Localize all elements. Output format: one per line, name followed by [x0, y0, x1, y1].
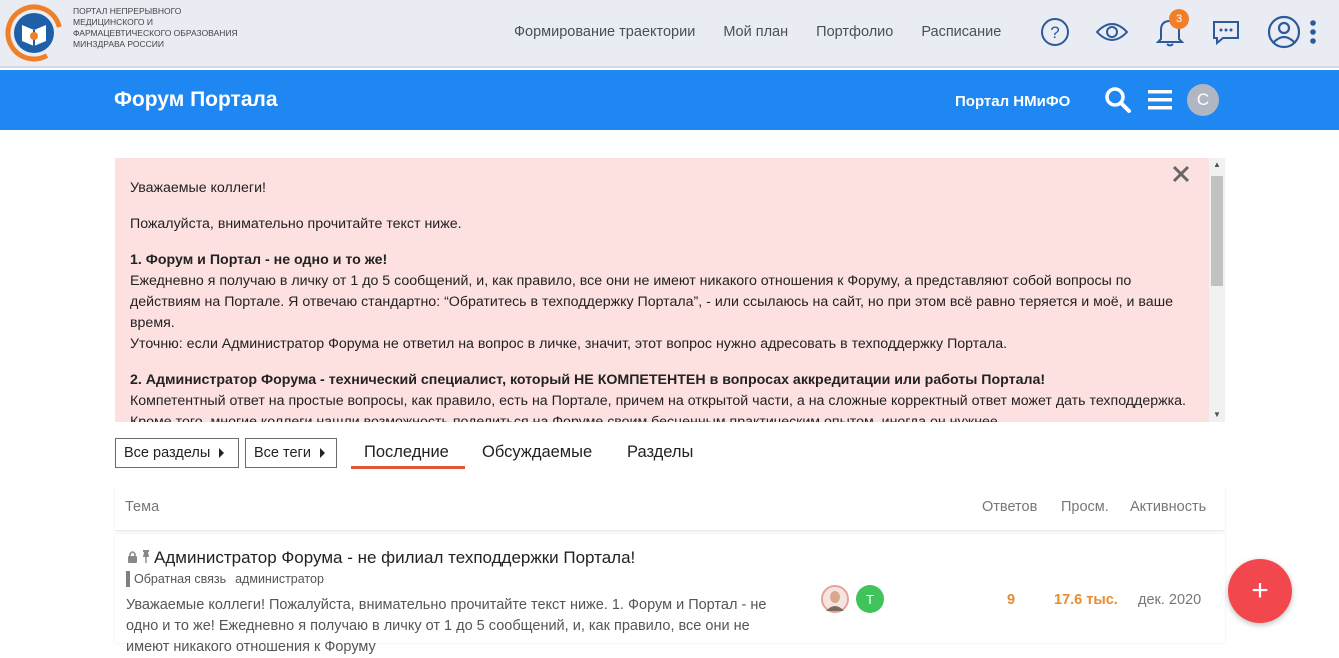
table-row[interactable]: Администратор Форума - не филиал техподд…: [115, 534, 1225, 655]
header-views[interactable]: Просм.: [1061, 499, 1109, 515]
scroll-down-arrow-icon[interactable]: ▼: [1209, 410, 1225, 420]
notice-banner: Уважаемые коллеги! Пожалуйста, вниматель…: [115, 158, 1209, 422]
topic-meta: Обратная связь администратор: [126, 571, 324, 587]
tab-top[interactable]: Обсуждаемые: [482, 443, 592, 462]
close-icon[interactable]: [1170, 164, 1192, 186]
poster-avatar[interactable]: Т: [856, 585, 884, 613]
lock-icon: [127, 550, 138, 566]
header-activity[interactable]: Активность: [1130, 499, 1206, 515]
notice-intro: Пожалуйста, внимательно прочитайте текст…: [130, 216, 462, 232]
svg-text:?: ?: [1050, 23, 1059, 42]
topic-category[interactable]: Обратная связь: [134, 572, 226, 586]
user-avatar[interactable]: С: [1187, 84, 1219, 116]
notice-greeting: Уважаемые коллеги!: [130, 180, 266, 196]
notice-section-1-text-b: Уточню: если Администратор Форума не отв…: [130, 336, 1008, 352]
nav-trajectory[interactable]: Формирование траектории: [514, 24, 695, 40]
nav-my-plan[interactable]: Мой план: [723, 24, 788, 40]
user-icon[interactable]: [1266, 12, 1302, 52]
notifications-badge: 3: [1169, 9, 1189, 29]
pin-icon: [141, 550, 151, 566]
topic-tag[interactable]: администратор: [235, 572, 324, 586]
forum-title[interactable]: Форум Портала: [114, 88, 278, 112]
scroll-thumb[interactable]: [1211, 176, 1223, 286]
topic-title-text[interactable]: Администратор Форума - не филиал техподд…: [154, 548, 635, 568]
portal-icons: ? 3: [1037, 9, 1337, 52]
topic-replies[interactable]: 9: [1007, 592, 1015, 608]
more-vertical-icon[interactable]: [1301, 12, 1325, 52]
notice-section-1: 1. Форум и Портал - не одно и то же! Еже…: [130, 250, 1194, 355]
tags-dropdown[interactable]: Все теги: [245, 438, 337, 468]
poster-avatar-photo[interactable]: [821, 585, 849, 613]
notice-scrollbar[interactable]: ▲ ▼: [1209, 158, 1225, 422]
hamburger-menu-icon[interactable]: [1144, 84, 1176, 116]
chat-icon[interactable]: [1208, 12, 1244, 52]
nav-schedule[interactable]: Расписание: [921, 24, 1001, 40]
nav-portfolio[interactable]: Портфолио: [816, 24, 893, 40]
category-color-bar: [126, 571, 130, 587]
help-icon[interactable]: ?: [1037, 12, 1073, 52]
topic-views: 17.6 тыс.: [1054, 592, 1118, 608]
notice-section-1-text-a: Ежедневно я получаю в личку от 1 до 5 со…: [130, 273, 1173, 331]
forum-header: Форум Портала Портал НМиФО С: [0, 70, 1339, 130]
tab-latest[interactable]: Последние: [364, 443, 449, 462]
caret-right-icon: [219, 448, 225, 458]
portal-nav: Формирование траектории Мой план Портфол…: [500, 0, 1015, 64]
tab-categories[interactable]: Разделы: [627, 443, 693, 462]
notice-section-1-title: 1. Форум и Портал - не одно и то же!: [130, 252, 388, 268]
topic-list-header: Тема Ответов Просм. Активность: [115, 486, 1225, 530]
active-tab-indicator: [351, 466, 465, 469]
categories-dropdown[interactable]: Все разделы: [115, 438, 239, 468]
notice-section-2: 2. Администратор Форума - технический сп…: [130, 370, 1194, 422]
notice-section-2-text: Компетентный ответ на простые вопросы, к…: [130, 393, 1186, 422]
tags-dropdown-label: Все теги: [254, 445, 311, 461]
topic-title[interactable]: Администратор Форума - не филиал техподд…: [127, 548, 635, 568]
portal-logo-icon[interactable]: [4, 3, 64, 63]
bell-icon[interactable]: 3: [1152, 9, 1189, 52]
topic-activity[interactable]: дек. 2020: [1138, 592, 1201, 608]
header-replies[interactable]: Ответов: [982, 499, 1037, 515]
topic-excerpt: Уважаемые коллеги! Пожалуйста, вниматель…: [126, 597, 767, 655]
portal-link[interactable]: Портал НМиФО: [955, 93, 1070, 110]
portal-logo-text: ПОРТАЛ НЕПРЕРЫВНОГО МЕДИЦИНСКОГО И ФАРМА…: [73, 6, 238, 49]
portal-header: ПОРТАЛ НЕПРЕРЫВНОГО МЕДИЦИНСКОГО И ФАРМА…: [0, 0, 1339, 68]
header-topic[interactable]: Тема: [125, 499, 159, 515]
new-topic-button[interactable]: +: [1228, 559, 1292, 623]
search-icon[interactable]: [1102, 84, 1134, 116]
scroll-up-arrow-icon[interactable]: ▲: [1209, 160, 1225, 170]
categories-dropdown-label: Все разделы: [124, 445, 211, 461]
eye-icon[interactable]: [1094, 12, 1130, 52]
caret-right-icon: [319, 448, 325, 458]
notice-section-2-title: 2. Администратор Форума - технический сп…: [130, 372, 1046, 388]
